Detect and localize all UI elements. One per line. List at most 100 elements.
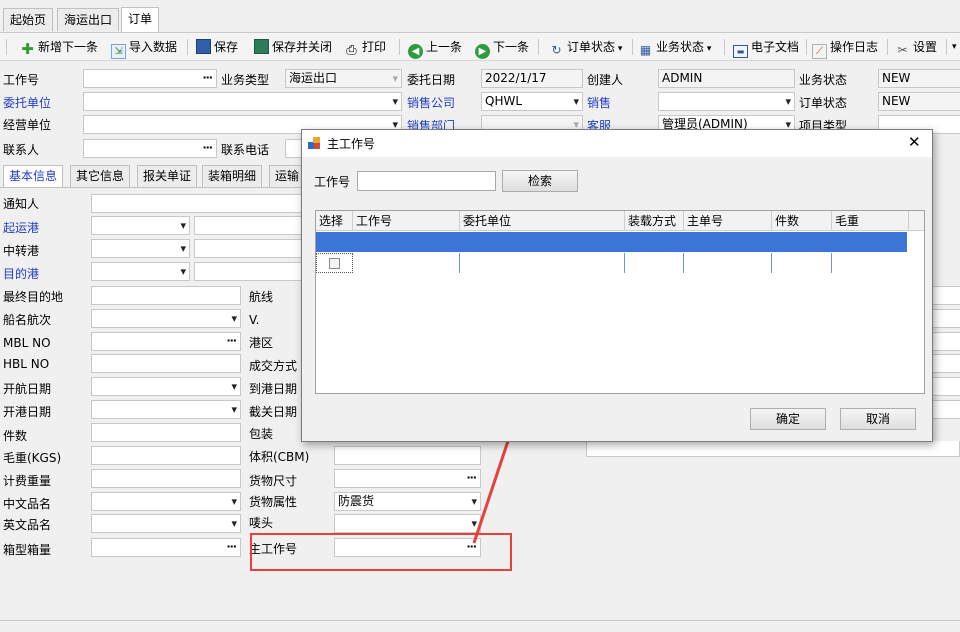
- chargeable-weight-field[interactable]: [91, 469, 241, 488]
- volume-label: 体积(CBM): [249, 450, 310, 464]
- e-document-button[interactable]: ▬ 电子文档: [733, 37, 799, 58]
- tab-other-info[interactable]: 其它信息: [70, 165, 131, 187]
- pol-name-field[interactable]: [194, 216, 311, 235]
- pieces-field[interactable]: [91, 423, 241, 442]
- container-field[interactable]: [91, 538, 241, 557]
- job-no-label: 工作号: [3, 73, 40, 87]
- cell-weight: [832, 253, 907, 273]
- notify-field[interactable]: [91, 194, 311, 213]
- tab-order[interactable]: 订单: [121, 7, 160, 32]
- pol-label: 起运港: [3, 221, 40, 235]
- table-row[interactable]: SE22010001 昆山恒大物流有限公司 FCL: [316, 232, 907, 273]
- cn-name-select[interactable]: [91, 492, 241, 511]
- print-button[interactable]: ⎙ 打印: [344, 37, 386, 58]
- pol-select[interactable]: [91, 216, 190, 235]
- col-header-weight[interactable]: 毛重: [832, 211, 909, 231]
- cargo-attr-select[interactable]: 防震货: [334, 492, 481, 511]
- remarks-area[interactable]: [586, 441, 960, 457]
- transit-select[interactable]: [91, 239, 190, 258]
- sales-company-select[interactable]: QHWL: [481, 92, 583, 111]
- tab-start-page[interactable]: 起始页: [3, 8, 54, 31]
- entrust-date-label: 委托日期: [407, 73, 456, 87]
- eta-label: 到港日期: [249, 382, 298, 396]
- order-status-field[interactable]: NEW: [878, 92, 960, 111]
- settings-button[interactable]: ✂ 设置: [895, 37, 937, 57]
- ok-button[interactable]: 确定: [750, 408, 826, 430]
- toolbar-separator: [724, 39, 725, 55]
- right-field-1[interactable]: [930, 286, 960, 305]
- row-select-checkbox[interactable]: [329, 258, 340, 269]
- right-field-5[interactable]: [930, 377, 960, 396]
- vessel-select[interactable]: [91, 309, 241, 328]
- cargo-size-field[interactable]: [334, 469, 481, 488]
- tab-packing-details[interactable]: 装箱明细: [202, 165, 263, 187]
- gross-weight-field[interactable]: [91, 446, 241, 465]
- cancel-button[interactable]: 取消: [840, 408, 916, 430]
- add-next-button[interactable]: ✚ 新增下一条: [20, 37, 98, 57]
- toolbar-overflow[interactable]: ▾: [952, 37, 957, 57]
- close-icon[interactable]: ✕: [908, 133, 921, 151]
- hbl-label: HBL NO: [3, 357, 50, 371]
- chart-log-icon: ⟋: [812, 44, 827, 59]
- toolbar-separator: [187, 39, 188, 55]
- mbl-field[interactable]: [91, 332, 241, 351]
- search-button[interactable]: 检索: [502, 170, 578, 192]
- pieces-label: 件数: [3, 429, 28, 443]
- save-close-button[interactable]: 保存并关闭: [254, 37, 332, 57]
- next-button[interactable]: ▶ 下一条: [475, 37, 529, 59]
- save-button[interactable]: 保存: [196, 37, 238, 57]
- contact-field[interactable]: [83, 139, 217, 158]
- cell-master-bl: [684, 253, 772, 273]
- col-header-select[interactable]: 选择: [316, 211, 353, 231]
- pod-select[interactable]: [91, 262, 190, 281]
- business-status-field[interactable]: NEW: [878, 69, 960, 88]
- toolbar-grip: [6, 39, 7, 55]
- tab-customs-docs[interactable]: 报关单证: [137, 165, 198, 187]
- hbl-field[interactable]: [91, 354, 241, 373]
- sales-select[interactable]: [658, 92, 795, 111]
- mbl-label: MBL NO: [3, 336, 51, 350]
- en-name-select[interactable]: [91, 514, 241, 533]
- pod-name-field[interactable]: [194, 262, 311, 281]
- creator-field[interactable]: ADMIN: [658, 69, 795, 88]
- business-status-menu[interactable]: ▦ 业务状态 ▾: [638, 37, 712, 57]
- business-type-label: 业务类型: [221, 73, 270, 87]
- prev-button[interactable]: ◀ 上一条: [408, 37, 462, 59]
- entrust-date-field[interactable]: 2022/1/17: [481, 69, 583, 88]
- tab-basic-info[interactable]: 基本信息: [3, 165, 64, 187]
- col-header-load-mode[interactable]: 装载方式: [625, 211, 684, 231]
- transit-name-field[interactable]: [194, 239, 311, 258]
- col-header-client[interactable]: 委托单位: [460, 211, 625, 231]
- job-no-field[interactable]: [83, 69, 217, 88]
- tab-ocean-export[interactable]: 海运出口: [57, 8, 120, 31]
- final-destination-field[interactable]: [91, 286, 241, 305]
- right-field-2[interactable]: [930, 309, 960, 328]
- right-field-3[interactable]: [930, 332, 960, 351]
- toolbar-separator: [538, 39, 539, 55]
- right-field-6[interactable]: [930, 400, 960, 419]
- cell-pieces: [772, 253, 832, 273]
- col-header-pieces[interactable]: 件数: [772, 211, 832, 231]
- search-job-input[interactable]: [357, 171, 496, 191]
- business-type-select[interactable]: 海运出口: [285, 69, 402, 88]
- client-select[interactable]: [83, 92, 402, 111]
- col-header-master-bl[interactable]: 主单号: [684, 211, 772, 231]
- operating-unit-label: 经营单位: [3, 118, 52, 132]
- volume-field[interactable]: [334, 446, 481, 465]
- operation-log-button[interactable]: ⟋ 操作日志: [812, 37, 878, 59]
- import-button[interactable]: ⇲ 导入数据: [111, 37, 177, 59]
- col-header-job-no[interactable]: 工作号: [353, 211, 460, 231]
- container-label: 箱型箱量: [3, 543, 52, 557]
- import-icon: ⇲: [111, 44, 126, 59]
- arrow-left-icon: ◀: [408, 44, 423, 59]
- open-date-select[interactable]: [91, 400, 241, 419]
- order-status-label: 订单状态: [799, 96, 848, 110]
- final-destination-label: 最终目的地: [3, 290, 64, 304]
- etd-select[interactable]: [91, 377, 241, 396]
- chargeable-weight-label: 计费重量: [3, 474, 52, 488]
- mark-select[interactable]: [334, 514, 481, 533]
- order-status-menu[interactable]: ↻ 订单状态 ▾: [549, 37, 622, 57]
- right-field-4[interactable]: [930, 354, 960, 373]
- cell-client: 昆山恒大物流有限公司: [460, 253, 625, 273]
- row-select-cell[interactable]: [316, 253, 353, 273]
